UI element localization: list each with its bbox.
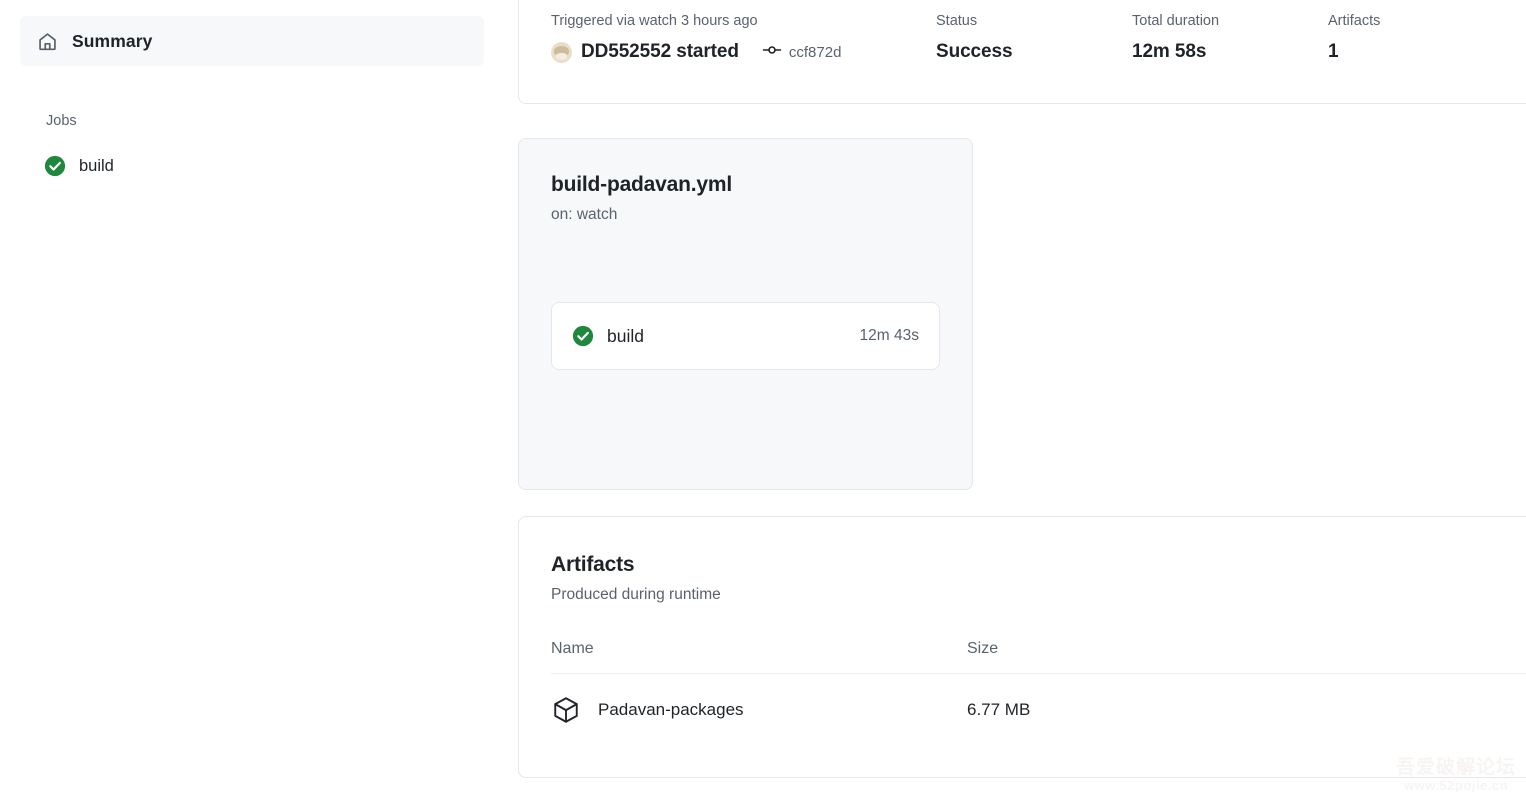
run-trigger-column: Triggered via watch 3 hours ago DD552552… xyxy=(551,13,936,63)
workflow-job-node-build[interactable]: build 12m 43s xyxy=(551,302,940,370)
run-duration-value: 12m 58s xyxy=(1132,41,1328,63)
run-actor-label: DD552552 started xyxy=(581,41,739,63)
package-cube-icon xyxy=(551,695,581,725)
run-actor-line: DD552552 started ccf872d xyxy=(551,41,936,63)
run-artifacts-label: Artifacts xyxy=(1328,13,1478,29)
artifact-size-label: 6.77 MB xyxy=(967,700,1030,720)
sidebar-item-summary-label: Summary xyxy=(72,31,152,52)
artifact-name-cell: Padavan-packages xyxy=(551,695,967,725)
avatar xyxy=(551,42,572,63)
workflow-job-node-duration: 12m 43s xyxy=(860,327,919,345)
commit-reference[interactable]: ccf872d xyxy=(762,42,842,63)
artifact-name-label: Padavan-packages xyxy=(598,700,744,720)
sidebar-jobs-heading: Jobs xyxy=(46,113,500,129)
run-artifacts-column: Artifacts 1 xyxy=(1328,13,1478,63)
artifacts-table: Name Size Padavan-packages xyxy=(551,640,1526,746)
check-circle-icon xyxy=(572,325,594,347)
workflow-graph-card: build-padavan.yml on: watch build 12m 43… xyxy=(518,138,973,490)
sidebar-job-label: build xyxy=(79,157,114,176)
sidebar: Summary Jobs build xyxy=(0,0,500,802)
artifacts-card: Artifacts Produced during runtime Name S… xyxy=(518,516,1526,778)
artifacts-column-name: Name xyxy=(551,640,967,658)
table-row[interactable]: Padavan-packages 6.77 MB xyxy=(551,674,1526,746)
workflow-file-title: build-padavan.yml xyxy=(551,173,940,197)
home-icon xyxy=(36,30,58,52)
run-trigger-text: Triggered via watch 3 hours ago xyxy=(551,13,936,29)
check-circle-icon xyxy=(44,155,66,177)
main-content: Triggered via watch 3 hours ago DD552552… xyxy=(518,0,1526,802)
run-meta-card: Triggered via watch 3 hours ago DD552552… xyxy=(518,0,1526,104)
sidebar-item-job-build[interactable]: build xyxy=(44,155,500,177)
run-artifacts-count: 1 xyxy=(1328,41,1478,63)
commit-icon xyxy=(762,42,782,63)
workflow-trigger-subtitle: on: watch xyxy=(551,206,940,224)
workflow-job-node-label: build xyxy=(607,326,644,347)
run-status-label: Status xyxy=(936,13,1132,29)
run-duration-column: Total duration 12m 58s xyxy=(1132,13,1328,63)
artifacts-section-subtitle: Produced during runtime xyxy=(551,586,1526,604)
sidebar-item-summary[interactable]: Summary xyxy=(20,16,484,66)
workflow-job-node-main: build xyxy=(572,325,860,347)
artifacts-section-title: Artifacts xyxy=(551,553,1526,577)
workflow-run-summary-page: Summary Jobs build Triggered via watch 3… xyxy=(0,0,1526,802)
run-duration-label: Total duration xyxy=(1132,13,1328,29)
commit-sha-label: ccf872d xyxy=(789,44,842,61)
artifacts-column-size: Size xyxy=(967,640,998,658)
run-status-value: Success xyxy=(936,41,1132,63)
run-status-column: Status Success xyxy=(936,13,1132,63)
artifacts-table-header: Name Size xyxy=(551,640,1526,674)
